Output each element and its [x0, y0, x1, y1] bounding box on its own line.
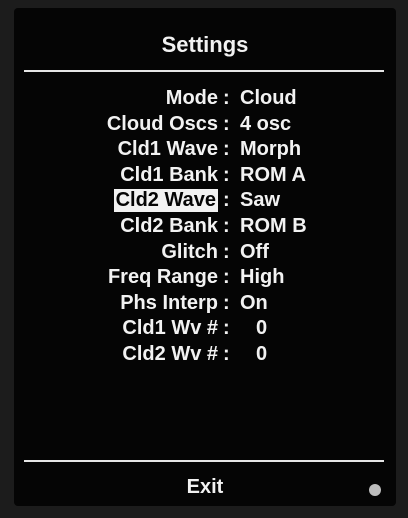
setting-value: Cloud [240, 87, 297, 109]
setting-label: Cld1 Wv # [122, 317, 218, 340]
setting-value: On [240, 291, 268, 314]
setting-row-mode[interactable]: Mode : Cloud [14, 86, 396, 111]
setting-separator: : [223, 317, 230, 340]
setting-label: Cld2 Wv # [122, 342, 218, 365]
setting-row-cld2-wave[interactable]: Cld2 Wave : Saw [14, 188, 396, 213]
setting-row-freq-range[interactable]: Freq Range : High [14, 265, 396, 290]
setting-separator: : [223, 138, 230, 161]
led-dot-icon [369, 484, 381, 496]
setting-separator: : [223, 163, 230, 186]
setting-label-selected: Cld2 Wave [113, 189, 218, 213]
setting-row-cld1-bank[interactable]: Cld1 Bank : ROM A [14, 163, 396, 188]
footer-divider [24, 460, 384, 462]
settings-screen: Settings Mode : Cloud Cloud Oscs : 4 osc… [14, 8, 396, 506]
setting-label: Cloud Oscs [106, 112, 218, 135]
setting-value: 0 [256, 317, 268, 340]
setting-value: 0 [256, 342, 268, 365]
setting-value: Off [240, 240, 269, 263]
setting-separator: : [223, 266, 230, 289]
setting-label: Glitch [161, 240, 218, 263]
setting-label: Freq Range [107, 266, 218, 289]
setting-separator: : [223, 189, 230, 212]
setting-label: Cld1 Wave [117, 138, 218, 161]
setting-separator: : [223, 112, 230, 135]
setting-value: 4 osc [240, 112, 292, 135]
setting-value: ROM B [240, 214, 307, 237]
setting-separator: : [223, 240, 230, 263]
setting-label: Mode [165, 87, 218, 109]
setting-label: Phs Interp [120, 291, 218, 314]
setting-value: High [240, 266, 285, 289]
setting-label: Cld2 Bank [120, 214, 218, 237]
setting-row-cld2-wv-num[interactable]: Cld2 Wv # : 0 [14, 342, 396, 367]
setting-label: Cld1 Bank [120, 163, 218, 186]
setting-row-cld1-wv-num[interactable]: Cld1 Wv # : 0 [14, 316, 396, 341]
setting-value: Saw [240, 189, 281, 212]
setting-row-phs-interp[interactable]: Phs Interp : On [14, 291, 396, 316]
setting-separator: : [223, 87, 230, 109]
title-divider [24, 70, 384, 72]
setting-separator: : [223, 342, 230, 365]
setting-separator: : [223, 214, 230, 237]
setting-value: ROM A [240, 163, 306, 186]
setting-row-cloud-oscs[interactable]: Cloud Oscs : 4 osc [14, 112, 396, 137]
setting-row-cld2-bank[interactable]: Cld2 Bank : ROM B [14, 214, 396, 239]
page-title: Settings [161, 32, 249, 57]
setting-row-cld1-wave[interactable]: Cld1 Wave : Morph [14, 137, 396, 162]
exit-button[interactable]: Exit [14, 476, 396, 499]
settings-list: Mode : Cloud Cloud Oscs : 4 osc Cld1 Wav… [14, 86, 396, 368]
setting-value: Morph [240, 138, 302, 161]
setting-row-glitch[interactable]: Glitch : Off [14, 240, 396, 265]
setting-separator: : [223, 291, 230, 314]
device-bezel: Settings Mode : Cloud Cloud Oscs : 4 osc… [0, 0, 408, 518]
